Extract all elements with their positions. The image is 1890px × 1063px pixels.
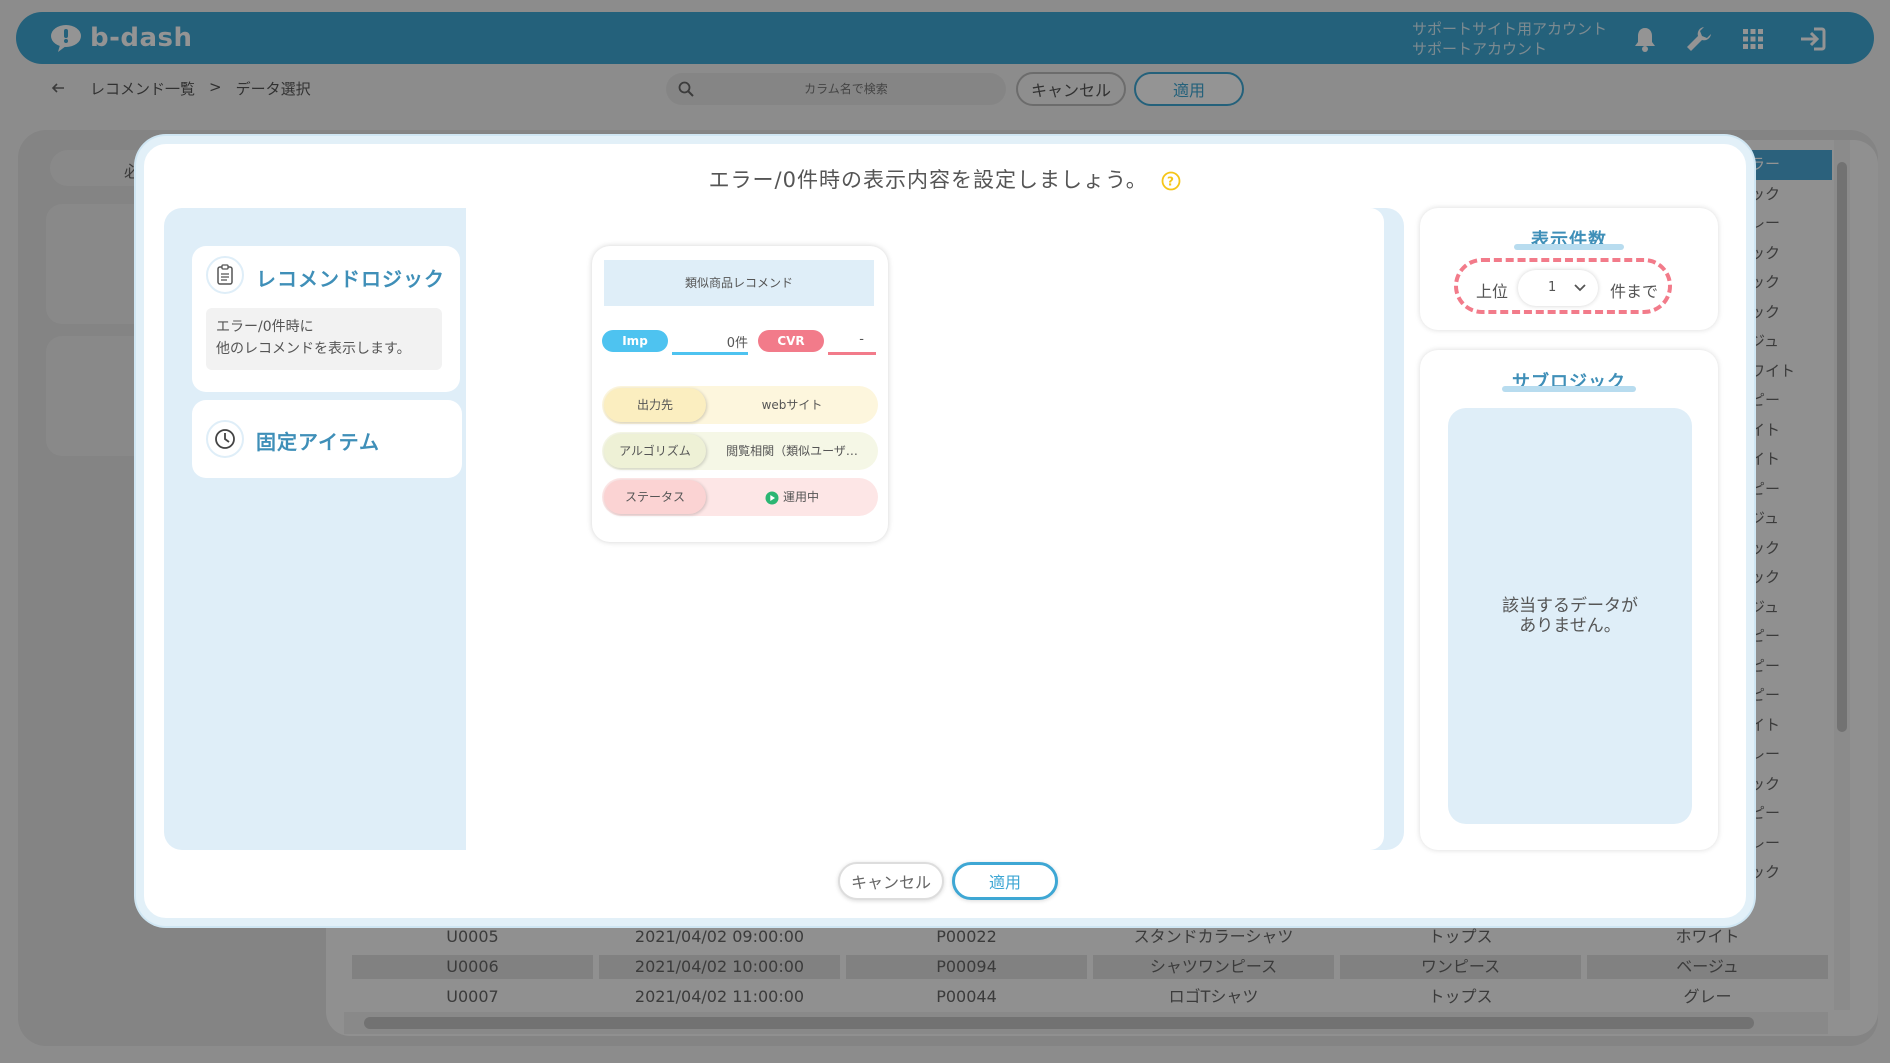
count-prefix: 上位 [1476, 282, 1509, 301]
clock-icon-wrap [206, 420, 244, 458]
svg-text:?: ? [1167, 175, 1175, 189]
help-icon[interactable]: ? [1161, 171, 1181, 191]
logic-title: レコメンドロジック [256, 267, 445, 291]
algorithm-value: 閲覧相関（類似ユーザ… [726, 444, 858, 458]
sub-logic-underline [1502, 386, 1636, 392]
sub-logic-dropzone[interactable]: 該当するデータが ありません。 [1448, 408, 1692, 824]
cvr-underline [828, 352, 876, 355]
modal-cancel-button[interactable]: キャンセル [838, 862, 944, 900]
imp-badge: Imp [602, 330, 668, 352]
output-value: webサイト [761, 398, 823, 412]
modal-apply-button[interactable]: 適用 [952, 862, 1058, 900]
document-icon [217, 264, 233, 285]
algorithm-label: アルゴリズム [604, 434, 706, 468]
empty-message: 該当するデータが ありません。 [1448, 596, 1692, 636]
logic-desc-line1: エラー/0件時に [216, 319, 314, 335]
cvr-value: - [859, 332, 864, 347]
display-count-underline [1514, 244, 1624, 250]
recommend-card[interactable]: 類似商品レコメンド Imp 0件 CVR - 出力先 webサイト アルゴリズム… [592, 246, 888, 542]
document-icon-wrap [206, 256, 244, 294]
status-value-wrap: 運用中 [710, 478, 874, 516]
clock-icon [215, 429, 235, 449]
fixed-items-title: 固定アイテム [256, 430, 380, 454]
error-settings-modal: エラー/0件時の表示内容を設定しましょう。 ? レコメンドロジック エラー/0件… [136, 136, 1754, 926]
imp-underline [672, 352, 748, 355]
count-selected-value: 1 [1548, 280, 1557, 295]
status-row: ステータス 運用中 [602, 478, 878, 516]
recommend-name: 類似商品レコメンド [604, 260, 874, 306]
count-suffix: 件まで [1610, 282, 1659, 301]
imp-value: 0件 [726, 336, 748, 351]
output-label: 出力先 [604, 388, 706, 422]
logic-desc-line2: 他のレコメンドを表示します。 [216, 341, 411, 357]
sub-logic-panel: サブロジック 該当するデータが ありません。 [1420, 350, 1718, 850]
display-count-panel: 表示件数 上位 1 件まで [1420, 208, 1718, 330]
status-value: 運用中 [782, 490, 819, 504]
empty-message-line2: ありません。 [1519, 616, 1621, 636]
status-label: ステータス [604, 480, 706, 514]
algorithm-row: アルゴリズム 閲覧相関（類似ユーザ… [602, 432, 878, 470]
logic-description: エラー/0件時に 他のレコメンドを表示します。 [206, 308, 442, 370]
empty-message-line1: 該当するデータが [1502, 596, 1638, 616]
output-row: 出力先 webサイト [602, 386, 878, 424]
modal-title-row: エラー/0件時の表示内容を設定しましょう。 ? [144, 164, 1746, 194]
modal-title: エラー/0件時の表示内容を設定しましょう。 [708, 168, 1148, 192]
count-select[interactable]: 1 [1518, 270, 1598, 306]
cvr-badge: CVR [758, 330, 824, 352]
chevron-down-icon [1574, 284, 1586, 292]
play-icon [765, 491, 779, 504]
